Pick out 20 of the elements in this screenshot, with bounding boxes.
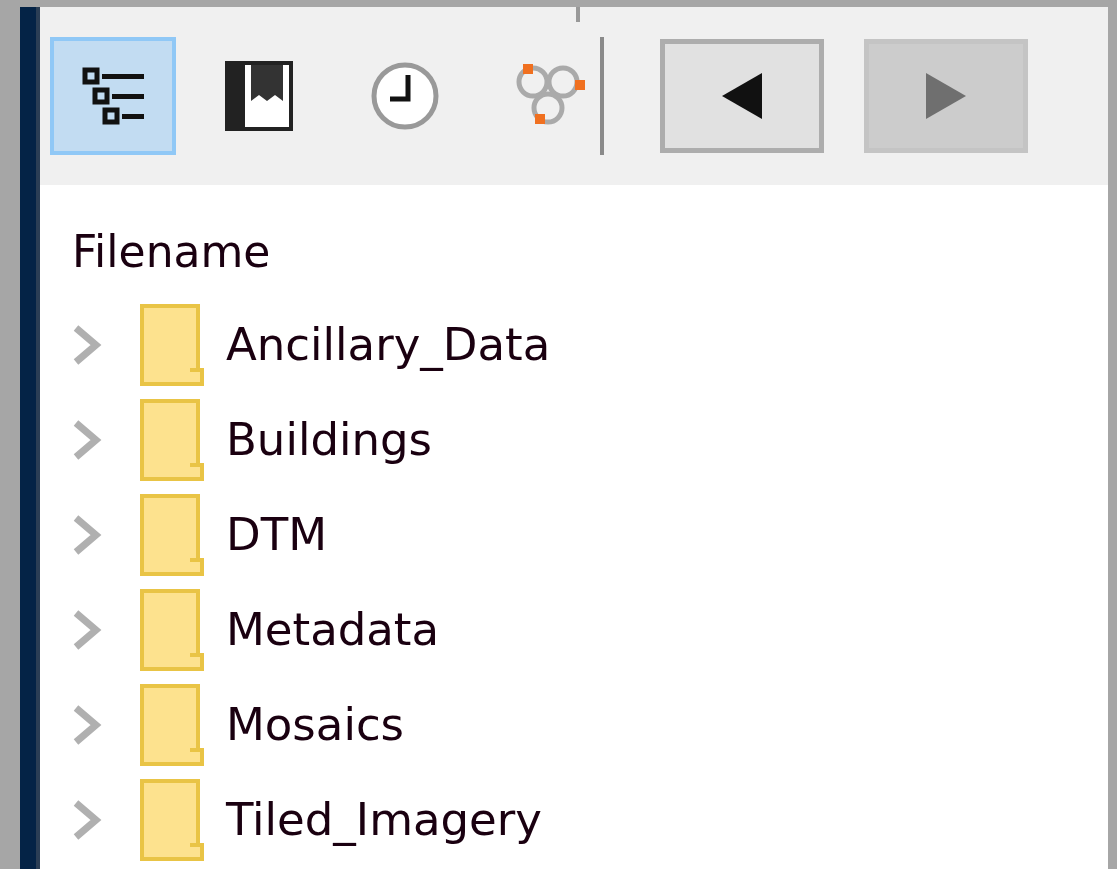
right-triangle-icon [926, 73, 966, 119]
view-button[interactable] [50, 37, 176, 155]
bookmark-icon [225, 61, 293, 131]
clock-icon [370, 61, 440, 131]
folder-name[interactable]: Mosaics [226, 698, 405, 751]
folder-icon [140, 303, 204, 386]
folder-name[interactable]: Ancillary_Data [226, 318, 551, 371]
folder-icon [140, 683, 204, 766]
left-triangle-icon [722, 73, 762, 119]
column-header: Filename [72, 227, 272, 279]
back-button[interactable] [660, 39, 824, 153]
folder-name[interactable]: DTM [226, 508, 327, 561]
folder-name[interactable]: Metadata [226, 603, 440, 656]
folder-name[interactable]: Buildings [226, 413, 432, 466]
folder-icon [140, 588, 204, 671]
folder-name[interactable]: Tiled_Imagery [226, 793, 542, 846]
folder-icon [140, 778, 204, 861]
folder-icon [140, 398, 204, 481]
tree-list-icon [80, 65, 146, 127]
folder-icon [140, 493, 204, 576]
